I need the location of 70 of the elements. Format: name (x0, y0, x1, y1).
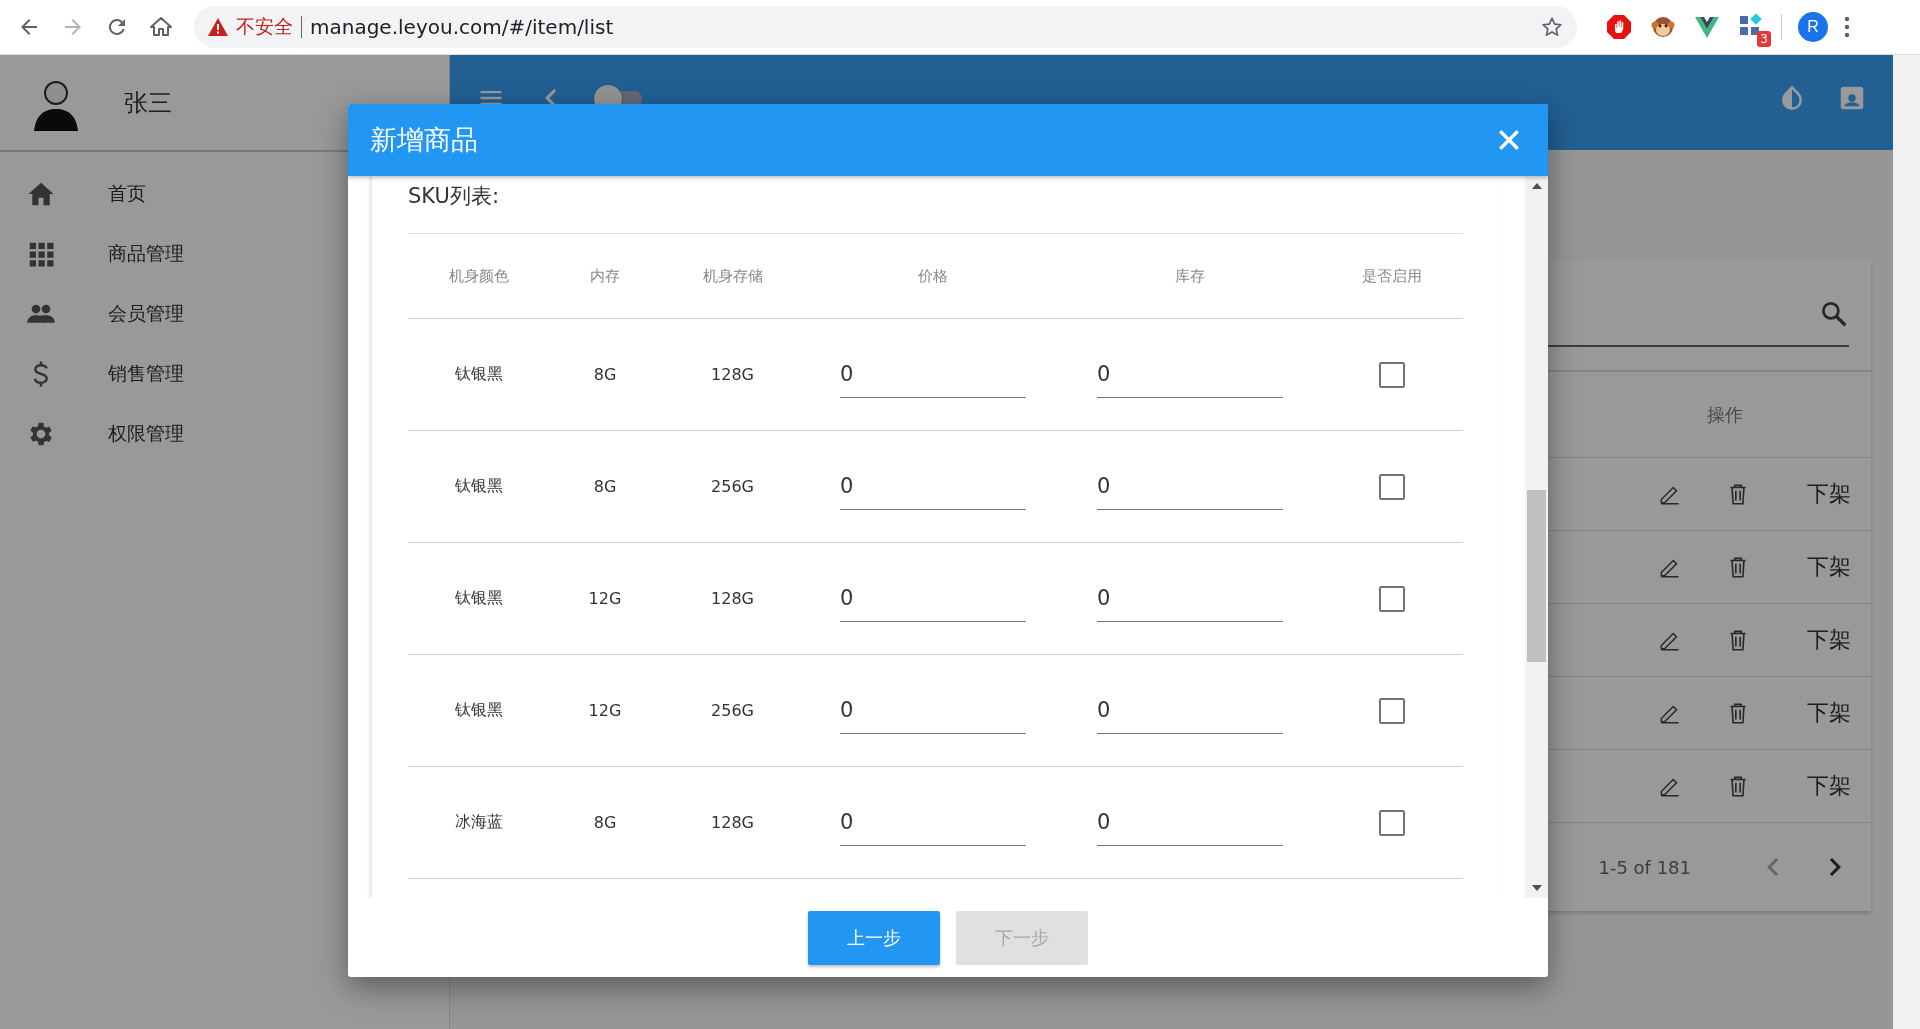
stock-input[interactable]: 0 (1097, 463, 1283, 510)
table-cell: 钛银黑 (455, 364, 503, 385)
stock-input[interactable]: 0 (1097, 687, 1283, 734)
dialog-title: 新增商品 (370, 123, 478, 157)
unlist-button[interactable]: 下架 (1807, 625, 1851, 655)
checkbox[interactable] (1378, 473, 1405, 500)
table-cell: 8G (593, 365, 617, 384)
more-menu-icon[interactable] (1844, 16, 1850, 38)
table-cell: 8G (593, 813, 617, 832)
unlist-button[interactable]: 下架 (1807, 771, 1851, 801)
table-cell: 128G (711, 589, 754, 608)
home-icon (149, 15, 173, 39)
monkey-icon[interactable] (1650, 14, 1676, 40)
table-cell: 128G (711, 365, 754, 384)
sidebar-item[interactable]: 权限管理 (0, 404, 449, 464)
vue-logo-icon[interactable] (1694, 14, 1720, 40)
scroll-down-icon[interactable] (1531, 885, 1542, 891)
prev-button[interactable]: 上一步 (808, 910, 940, 965)
table-cell: 128G (711, 813, 754, 832)
column-header: 机身颜色 (449, 266, 509, 286)
table-cell: 12G (588, 589, 622, 608)
unlist-button[interactable]: 下架 (1807, 479, 1851, 509)
price-input[interactable]: 0 (840, 351, 1026, 398)
price-input[interactable]: 0 (840, 799, 1026, 846)
table-cell: 8G (593, 477, 617, 496)
chevron-right-icon[interactable] (1829, 858, 1841, 876)
price-input[interactable]: 0 (840, 463, 1026, 510)
column-header: 操作 (1707, 402, 1743, 427)
scroll-up-icon[interactable] (1531, 183, 1542, 189)
stock-input[interactable]: 0 (1097, 351, 1283, 398)
sidebar-item[interactable]: 销售管理 (0, 344, 449, 404)
notification-badge: 3 (1757, 31, 1771, 47)
stop-hand-icon[interactable] (1606, 14, 1632, 40)
checkbox[interactable] (1378, 585, 1405, 612)
table-cell: 256G (711, 701, 754, 720)
user-name: 张三 (124, 87, 172, 119)
sidebar-item[interactable]: 商品管理 (0, 224, 449, 284)
column-header: 库存 (1175, 266, 1205, 286)
stock-input[interactable]: 0 (1097, 799, 1283, 846)
page-scrollbar[interactable] (1893, 55, 1920, 1029)
table-cell: 12G (588, 701, 622, 720)
scrollbar-thumb[interactable] (1527, 490, 1546, 662)
security-label: 不安全 (236, 14, 293, 39)
url-text: manage.leyou.com/#/item/list (310, 15, 615, 39)
scrollbar[interactable] (1525, 176, 1548, 898)
checkbox[interactable] (1378, 361, 1405, 388)
column-header: 价格 (917, 266, 948, 286)
address-bar[interactable]: 不安全 manage.leyou.com/#/item/list (194, 6, 1577, 48)
table-cell: 256G (711, 477, 754, 496)
warning-icon (208, 18, 228, 36)
table-cell: 钛银黑 (455, 476, 503, 497)
search-icon[interactable] (1819, 299, 1849, 329)
star-icon[interactable] (1541, 16, 1563, 38)
column-header: 是否启用 (1361, 266, 1422, 286)
unlist-button[interactable]: 下架 (1807, 698, 1851, 728)
unlist-button[interactable]: 下架 (1807, 552, 1851, 582)
stock-input[interactable]: 0 (1097, 575, 1283, 622)
table-cell: 冰海蓝 (455, 812, 503, 833)
pagination-text: 1-5 of 181 (1598, 856, 1691, 878)
price-input[interactable]: 0 (840, 575, 1026, 622)
section-label: SKU列表: (408, 183, 499, 210)
checkbox[interactable] (1378, 697, 1405, 724)
price-input[interactable]: 0 (840, 687, 1026, 734)
column-header: 机身存储 (702, 266, 763, 286)
column-header: 内存 (590, 266, 620, 286)
profile-avatar[interactable]: R (1798, 12, 1828, 42)
table-cell: 钛银黑 (455, 588, 503, 609)
checkbox[interactable] (1378, 809, 1405, 836)
table-cell: 钛银黑 (455, 700, 503, 721)
sidebar-item[interactable]: 会员管理 (0, 284, 449, 344)
